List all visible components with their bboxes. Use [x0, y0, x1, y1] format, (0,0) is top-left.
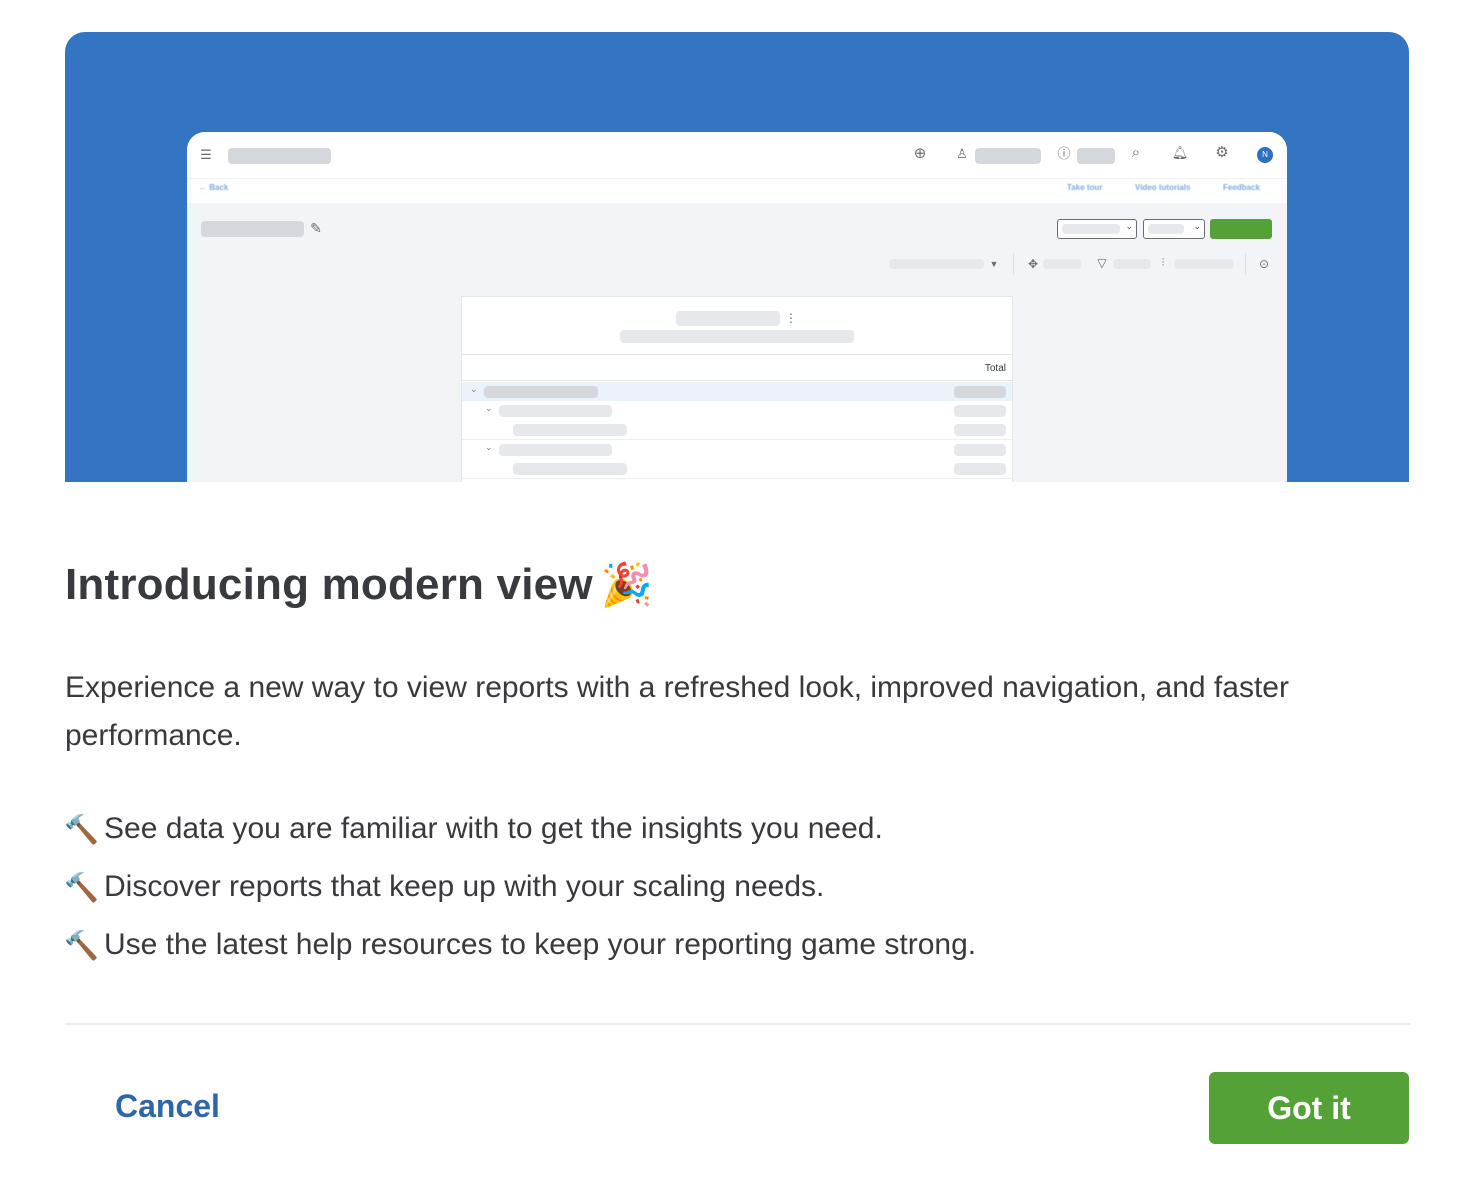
help-icon: ⓘ [1057, 146, 1071, 161]
separator [1013, 253, 1014, 275]
search-icon: ⌕ [1131, 144, 1141, 161]
separator [1245, 253, 1246, 275]
header-divider [462, 354, 1012, 355]
hammer-icon: 🔨 [64, 929, 99, 961]
preview-feedback-link: Feedback [1223, 183, 1260, 192]
placeholder-report-title [201, 221, 304, 237]
feature-item: 🔨 See data you are familiar with to get … [64, 800, 976, 858]
placeholder-customize [1174, 259, 1234, 269]
hammer-icon: 🔨 [64, 871, 99, 903]
preview-select-2: ⌄ [1143, 219, 1205, 239]
placeholder-cell [954, 424, 1006, 436]
chevron-circle-icon: ⊙ [1258, 257, 1270, 271]
got-it-button[interactable]: Got it [1209, 1072, 1409, 1144]
placeholder-filter [1113, 259, 1151, 269]
plus-circle-icon: ⊕ [913, 145, 927, 162]
chevron-down-icon: ⌄ [485, 442, 493, 452]
preview-subbar [187, 178, 1287, 203]
feature-list: 🔨 See data you are familiar with to get … [64, 800, 976, 974]
user-icon: ♙ [956, 146, 968, 161]
avatar: N [1257, 147, 1273, 163]
chevron-down-icon: ⌄ [1193, 221, 1201, 231]
dialog-description: Experience a new way to view reports wit… [65, 671, 1289, 752]
party-popper-icon: 🎉 [600, 560, 654, 608]
feature-item: 🔨 Discover reports that keep up with you… [64, 858, 976, 916]
placeholder-cell [954, 463, 1006, 475]
sliders-icon: ⫶ [1161, 257, 1165, 269]
preview-take-tour-link: Take tour [1067, 183, 1103, 192]
table-row [462, 420, 1012, 439]
placeholder-group [1043, 259, 1081, 269]
placeholder-company-name [228, 148, 331, 164]
chevron-down-icon: ⌄ [1125, 221, 1133, 231]
placeholder-cell [513, 424, 627, 436]
preview-report-table: ⋮ Total ⌄ ⌄ ⌄ [461, 296, 1013, 482]
more-vertical-icon: ⋮ [785, 311, 797, 325]
column-header-total: Total [984, 363, 1006, 374]
placeholder-user [975, 148, 1041, 164]
table-row [462, 480, 1012, 482]
placeholder-cell [499, 405, 612, 417]
placeholder-dropdown [889, 259, 984, 269]
caret-down-icon: ▼ [989, 259, 999, 269]
modern-view-preview: ☰ ⊕ ♙ ⓘ ⌕ 🔔︎ ⚙ N ← Back Take tour Video … [187, 132, 1287, 482]
feature-text: Discover reports that keep up with your … [104, 870, 825, 903]
preview-video-tutorials-link: Video tutorials [1135, 183, 1191, 192]
placeholder-cell [954, 444, 1006, 456]
dialog-title: Introducing modern view 🎉 [65, 560, 653, 610]
hammer-icon: 🔨 [64, 813, 99, 845]
preview-primary-button [1210, 219, 1272, 239]
bell-icon: 🔔︎ [1171, 145, 1189, 160]
hero-illustration: ☰ ⊕ ♙ ⓘ ⌕ 🔔︎ ⚙ N ← Back Take tour Video … [65, 32, 1409, 482]
footer-divider [65, 1023, 1410, 1025]
placeholder-select-1 [1062, 224, 1120, 234]
placeholder-cell [484, 386, 598, 398]
placeholder-cell [954, 405, 1006, 417]
placeholder-cell [954, 386, 1006, 398]
preview-topbar: ☰ ⊕ ♙ ⓘ ⌕ 🔔︎ ⚙ N [187, 132, 1287, 178]
placeholder-select-2 [1148, 224, 1184, 234]
placeholder-report-subtitle [620, 330, 854, 343]
table-row: ⌄ [462, 440, 1012, 459]
dialog-title-text: Introducing modern view [65, 560, 593, 609]
placeholder-report-name [676, 311, 780, 326]
cancel-button[interactable]: Cancel [115, 1088, 220, 1125]
chevron-down-icon: ⌄ [485, 403, 493, 413]
placeholder-cell [499, 444, 612, 456]
table-row [462, 459, 1012, 478]
placeholder-help [1077, 148, 1115, 164]
menu-collapse-icon: ☰ [200, 147, 212, 162]
header-divider [462, 380, 1012, 381]
row-divider [462, 478, 1012, 479]
feature-text: See data you are familiar with to get th… [104, 812, 883, 845]
filter-icon: ▽ [1097, 256, 1107, 270]
preview-select-1: ⌄ [1057, 219, 1137, 239]
chevron-down-icon: ⌄ [470, 384, 478, 394]
placeholder-cell [513, 463, 627, 475]
table-row: ⌄ [462, 401, 1012, 420]
feature-text: Use the latest help resources to keep yo… [104, 928, 977, 961]
group-icon: ✥ [1027, 257, 1039, 271]
feature-item: 🔨 Use the latest help resources to keep … [64, 916, 976, 974]
table-row: ⌄ [462, 382, 1012, 401]
preview-back-link: ← Back [199, 183, 229, 192]
pencil-icon: ✎ [310, 220, 322, 236]
gear-icon: ⚙ [1215, 144, 1229, 161]
